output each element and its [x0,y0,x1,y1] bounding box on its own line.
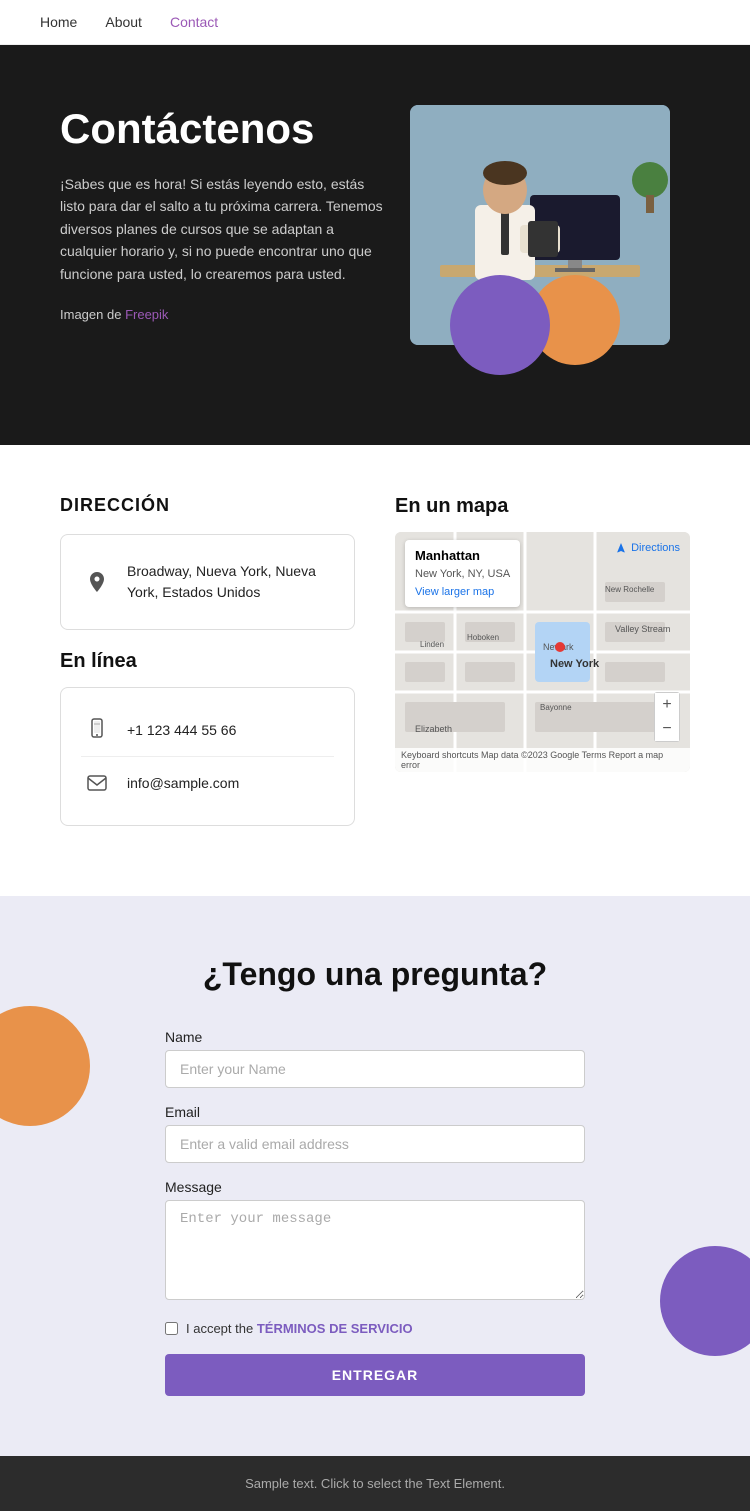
phone-row: +1 123 444 55 66 [81,704,334,756]
nav-home[interactable]: Home [40,14,77,30]
map-footer-text: Keyboard shortcuts Map data ©2023 Google… [395,748,690,772]
email-text: info@sample.com [127,773,239,794]
svg-text:Hoboken: Hoboken [467,633,499,642]
address-title: DIRECCIÓN [60,495,355,516]
freepik-link[interactable]: Freepik [125,307,168,322]
svg-text:New Rochelle: New Rochelle [605,585,655,594]
name-label: Name [165,1029,585,1045]
address-card: Broadway, Nueva York, Nueva York, Estado… [60,534,355,630]
svg-text:New York: New York [550,658,600,670]
hero-section: Contáctenos ¡Sabes que es hora! Si estás… [0,45,750,445]
form-title: ¿Tengo una pregunta? [40,956,710,993]
hero-description: ¡Sabes que es hora! Si estás leyendo est… [60,173,390,285]
email-row: info@sample.com [81,756,334,809]
terms-link[interactable]: TÉRMINOS DE SERVICIO [257,1321,413,1336]
hero-title: Contáctenos [60,105,390,153]
email-field-group: Email [165,1104,585,1163]
submit-button[interactable]: ENTREGAR [165,1354,585,1396]
email-icon [81,767,113,799]
map-zoom-controls[interactable]: + − [654,692,680,742]
address-column: DIRECCIÓN Broadway, Nueva York, Nueva Yo… [60,495,355,846]
online-title: En línea [60,650,355,673]
navbar: Home About Contact [0,0,750,45]
hero-circle-purple [450,275,550,375]
map-zoom-out[interactable]: − [655,717,679,741]
map-info-label: Manhattan New York, NY, USA View larger … [405,540,520,607]
terms-label: I accept the TÉRMINOS DE SERVICIO [186,1321,413,1336]
map-view-larger[interactable]: View larger map [415,584,510,601]
email-input[interactable] [165,1125,585,1163]
terms-row: I accept the TÉRMINOS DE SERVICIO [165,1321,585,1336]
address-row: Broadway, Nueva York, Nueva York, Estado… [81,551,334,613]
map-zoom-in[interactable]: + [655,693,679,717]
phone-text: +1 123 444 55 66 [127,720,236,741]
map-region: New York, NY, USA [415,566,510,583]
footer-text: Sample text. Click to select the Text El… [245,1476,505,1491]
svg-text:Valley Stream: Valley Stream [615,624,670,634]
online-card: +1 123 444 55 66 info@sample.com [60,687,355,826]
address-text: Broadway, Nueva York, Nueva York, Estado… [127,561,334,603]
form-deco-circle-purple [660,1246,750,1356]
terms-checkbox[interactable] [165,1322,178,1335]
svg-text:Bayonne: Bayonne [540,703,572,712]
map-place: Manhattan [415,546,510,566]
name-input[interactable] [165,1050,585,1088]
svg-text:Elizabeth: Elizabeth [415,724,452,734]
nav-about[interactable]: About [105,14,142,30]
footer: Sample text. Click to select the Text El… [0,1456,750,1511]
email-label: Email [165,1104,585,1120]
message-field-group: Message [165,1179,585,1305]
map-column: En un mapa [395,495,690,846]
nav-contact[interactable]: Contact [170,14,218,30]
name-field-group: Name [165,1029,585,1088]
message-textarea[interactable] [165,1200,585,1300]
hero-image-area [390,105,690,385]
form-deco-circle-orange [0,1006,90,1126]
message-label: Message [165,1179,585,1195]
map-directions[interactable]: Directions [615,542,680,554]
form-section: ¿Tengo una pregunta? Name Email Message … [0,896,750,1456]
map-title: En un mapa [395,495,690,518]
phone-icon [81,714,113,746]
location-icon [81,566,113,598]
contact-form: Name Email Message I accept the TÉRMINOS… [165,1029,585,1396]
map-container: Newark New York Elizabeth Valley Stream … [395,532,690,772]
hero-text: Contáctenos ¡Sabes que es hora! Si estás… [60,105,390,346]
freepik-credit: Imagen de Freepik [60,305,390,326]
contact-info-section: DIRECCIÓN Broadway, Nueva York, Nueva Yo… [0,445,750,896]
svg-text:Linden: Linden [420,640,444,649]
